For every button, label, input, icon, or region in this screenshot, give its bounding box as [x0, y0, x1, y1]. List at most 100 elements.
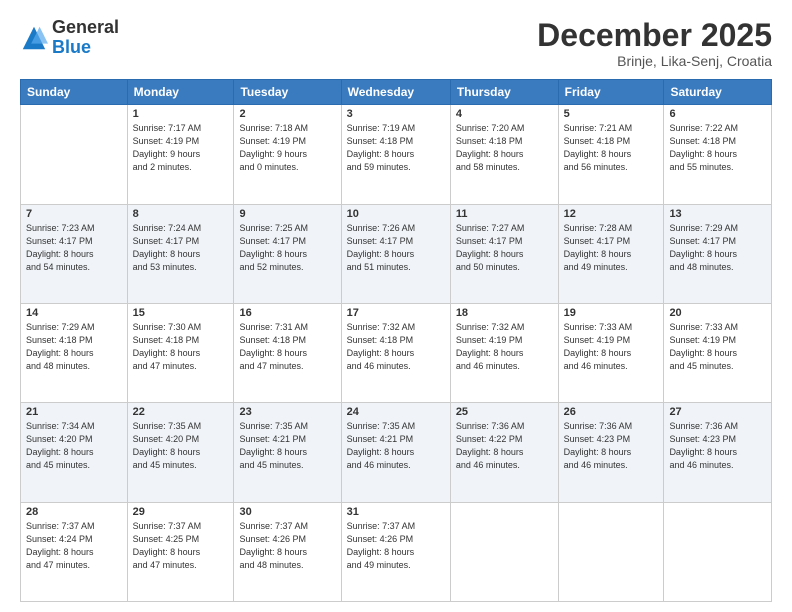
day-number: 3: [347, 108, 445, 120]
calendar-cell: 31 Sunrise: 7:37 AM Sunset: 4:26 PM Dayli…: [341, 502, 450, 601]
day-number: 11: [456, 208, 553, 220]
day-number: 13: [669, 208, 766, 220]
day-info: Sunrise: 7:37 AM Sunset: 4:26 PM Dayligh…: [347, 520, 445, 572]
calendar-cell: 17 Sunrise: 7:32 AM Sunset: 4:18 PM Dayli…: [341, 303, 450, 402]
calendar-body: 1Sunrise: 7:17 AM Sunset: 4:19 PM Daylig…: [21, 105, 772, 602]
header-day: Wednesday: [341, 80, 450, 105]
day-info: Sunrise: 7:18 AM Sunset: 4:19 PM Dayligh…: [239, 122, 335, 174]
calendar-cell: 19 Sunrise: 7:33 AM Sunset: 4:19 PM Dayli…: [558, 303, 664, 402]
day-info: Sunrise: 7:19 AM Sunset: 4:18 PM Dayligh…: [347, 122, 445, 174]
calendar-cell: 23 Sunrise: 7:35 AM Sunset: 4:21 PM Dayli…: [234, 403, 341, 502]
day-info: Sunrise: 7:34 AM Sunset: 4:20 PM Dayligh…: [26, 420, 122, 472]
calendar-cell: 11Sunrise: 7:27 AM Sunset: 4:17 PM Dayli…: [450, 204, 558, 303]
calendar-cell: [664, 502, 772, 601]
day-number: 26: [564, 406, 659, 418]
day-number: 29: [133, 506, 229, 518]
day-info: Sunrise: 7:22 AM Sunset: 4:18 PM Dayligh…: [669, 122, 766, 174]
day-number: 9: [239, 208, 335, 220]
day-info: Sunrise: 7:36 AM Sunset: 4:22 PM Dayligh…: [456, 420, 553, 472]
calendar-cell: 4 Sunrise: 7:20 AM Sunset: 4:18 PM Daylig…: [450, 105, 558, 204]
day-number: 4: [456, 108, 553, 120]
day-info: Sunrise: 7:37 AM Sunset: 4:25 PM Dayligh…: [133, 520, 229, 572]
header-day: Thursday: [450, 80, 558, 105]
header-day: Sunday: [21, 80, 128, 105]
calendar-week-row: 7Sunrise: 7:23 AM Sunset: 4:17 PM Daylig…: [21, 204, 772, 303]
day-info: Sunrise: 7:33 AM Sunset: 4:19 PM Dayligh…: [564, 321, 659, 373]
calendar-cell: 13 Sunrise: 7:29 AM Sunset: 4:17 PM Dayli…: [664, 204, 772, 303]
header-day: Monday: [127, 80, 234, 105]
header-row: SundayMondayTuesdayWednesdayThursdayFrid…: [21, 80, 772, 105]
day-number: 31: [347, 506, 445, 518]
day-info: Sunrise: 7:31 AM Sunset: 4:18 PM Dayligh…: [239, 321, 335, 373]
day-number: 2: [239, 108, 335, 120]
day-number: 19: [564, 307, 659, 319]
calendar-table: SundayMondayTuesdayWednesdayThursdayFrid…: [20, 79, 772, 602]
day-number: 20: [669, 307, 766, 319]
calendar-cell: [21, 105, 128, 204]
calendar-cell: 7Sunrise: 7:23 AM Sunset: 4:17 PM Daylig…: [21, 204, 128, 303]
day-info: Sunrise: 7:35 AM Sunset: 4:21 PM Dayligh…: [347, 420, 445, 472]
header: General Blue December 2025 Brinje, Lika-…: [20, 18, 772, 69]
location: Brinje, Lika-Senj, Croatia: [537, 53, 772, 69]
header-day: Saturday: [664, 80, 772, 105]
day-number: 27: [669, 406, 766, 418]
day-number: 23: [239, 406, 335, 418]
day-info: Sunrise: 7:33 AM Sunset: 4:19 PM Dayligh…: [669, 321, 766, 373]
day-number: 22: [133, 406, 229, 418]
day-info: Sunrise: 7:36 AM Sunset: 4:23 PM Dayligh…: [564, 420, 659, 472]
calendar-cell: 26 Sunrise: 7:36 AM Sunset: 4:23 PM Dayli…: [558, 403, 664, 502]
logo-text: General Blue: [52, 18, 119, 58]
day-number: 6: [669, 108, 766, 120]
day-number: 18: [456, 307, 553, 319]
day-info: Sunrise: 7:37 AM Sunset: 4:26 PM Dayligh…: [239, 520, 335, 572]
day-info: Sunrise: 7:26 AM Sunset: 4:17 PM Dayligh…: [347, 222, 445, 274]
day-info: Sunrise: 7:32 AM Sunset: 4:18 PM Dayligh…: [347, 321, 445, 373]
day-info: Sunrise: 7:17 AM Sunset: 4:19 PM Dayligh…: [133, 122, 229, 174]
calendar-cell: 21 Sunrise: 7:34 AM Sunset: 4:20 PM Dayli…: [21, 403, 128, 502]
day-number: 17: [347, 307, 445, 319]
day-number: 10: [347, 208, 445, 220]
calendar-cell: 20 Sunrise: 7:33 AM Sunset: 4:19 PM Dayli…: [664, 303, 772, 402]
calendar-cell: 8Sunrise: 7:24 AM Sunset: 4:17 PM Daylig…: [127, 204, 234, 303]
calendar-header: SundayMondayTuesdayWednesdayThursdayFrid…: [21, 80, 772, 105]
day-info: Sunrise: 7:21 AM Sunset: 4:18 PM Dayligh…: [564, 122, 659, 174]
calendar-cell: 15 Sunrise: 7:30 AM Sunset: 4:18 PM Dayli…: [127, 303, 234, 402]
calendar-cell: 5Sunrise: 7:21 AM Sunset: 4:18 PM Daylig…: [558, 105, 664, 204]
day-number: 24: [347, 406, 445, 418]
page: General Blue December 2025 Brinje, Lika-…: [0, 0, 792, 612]
day-info: Sunrise: 7:28 AM Sunset: 4:17 PM Dayligh…: [564, 222, 659, 274]
calendar-cell: 29 Sunrise: 7:37 AM Sunset: 4:25 PM Dayli…: [127, 502, 234, 601]
calendar-week-row: 14Sunrise: 7:29 AM Sunset: 4:18 PM Dayli…: [21, 303, 772, 402]
day-info: Sunrise: 7:30 AM Sunset: 4:18 PM Dayligh…: [133, 321, 229, 373]
day-info: Sunrise: 7:29 AM Sunset: 4:17 PM Dayligh…: [669, 222, 766, 274]
calendar-cell: 24 Sunrise: 7:35 AM Sunset: 4:21 PM Dayli…: [341, 403, 450, 502]
day-number: 15: [133, 307, 229, 319]
day-number: 21: [26, 406, 122, 418]
calendar-cell: 22 Sunrise: 7:35 AM Sunset: 4:20 PM Dayli…: [127, 403, 234, 502]
day-info: Sunrise: 7:35 AM Sunset: 4:21 PM Dayligh…: [239, 420, 335, 472]
day-number: 12: [564, 208, 659, 220]
calendar-cell: 3 Sunrise: 7:19 AM Sunset: 4:18 PM Daylig…: [341, 105, 450, 204]
day-info: Sunrise: 7:32 AM Sunset: 4:19 PM Dayligh…: [456, 321, 553, 373]
calendar-cell: [450, 502, 558, 601]
logo-blue: Blue: [52, 38, 119, 58]
calendar-cell: 10 Sunrise: 7:26 AM Sunset: 4:17 PM Dayli…: [341, 204, 450, 303]
month-title: December 2025: [537, 18, 772, 53]
calendar-cell: 14Sunrise: 7:29 AM Sunset: 4:18 PM Dayli…: [21, 303, 128, 402]
calendar-cell: 27 Sunrise: 7:36 AM Sunset: 4:23 PM Dayli…: [664, 403, 772, 502]
day-info: Sunrise: 7:24 AM Sunset: 4:17 PM Dayligh…: [133, 222, 229, 274]
calendar-cell: 2 Sunrise: 7:18 AM Sunset: 4:19 PM Daylig…: [234, 105, 341, 204]
day-info: Sunrise: 7:37 AM Sunset: 4:24 PM Dayligh…: [26, 520, 122, 572]
calendar-cell: 1Sunrise: 7:17 AM Sunset: 4:19 PM Daylig…: [127, 105, 234, 204]
day-info: Sunrise: 7:35 AM Sunset: 4:20 PM Dayligh…: [133, 420, 229, 472]
logo-general: General: [52, 18, 119, 38]
calendar-cell: 30Sunrise: 7:37 AM Sunset: 4:26 PM Dayli…: [234, 502, 341, 601]
calendar-cell: 9Sunrise: 7:25 AM Sunset: 4:17 PM Daylig…: [234, 204, 341, 303]
calendar-week-row: 28Sunrise: 7:37 AM Sunset: 4:24 PM Dayli…: [21, 502, 772, 601]
day-info: Sunrise: 7:20 AM Sunset: 4:18 PM Dayligh…: [456, 122, 553, 174]
header-day: Friday: [558, 80, 664, 105]
calendar-cell: 12 Sunrise: 7:28 AM Sunset: 4:17 PM Dayli…: [558, 204, 664, 303]
day-info: Sunrise: 7:36 AM Sunset: 4:23 PM Dayligh…: [669, 420, 766, 472]
calendar-cell: 16Sunrise: 7:31 AM Sunset: 4:18 PM Dayli…: [234, 303, 341, 402]
calendar-cell: 25Sunrise: 7:36 AM Sunset: 4:22 PM Dayli…: [450, 403, 558, 502]
